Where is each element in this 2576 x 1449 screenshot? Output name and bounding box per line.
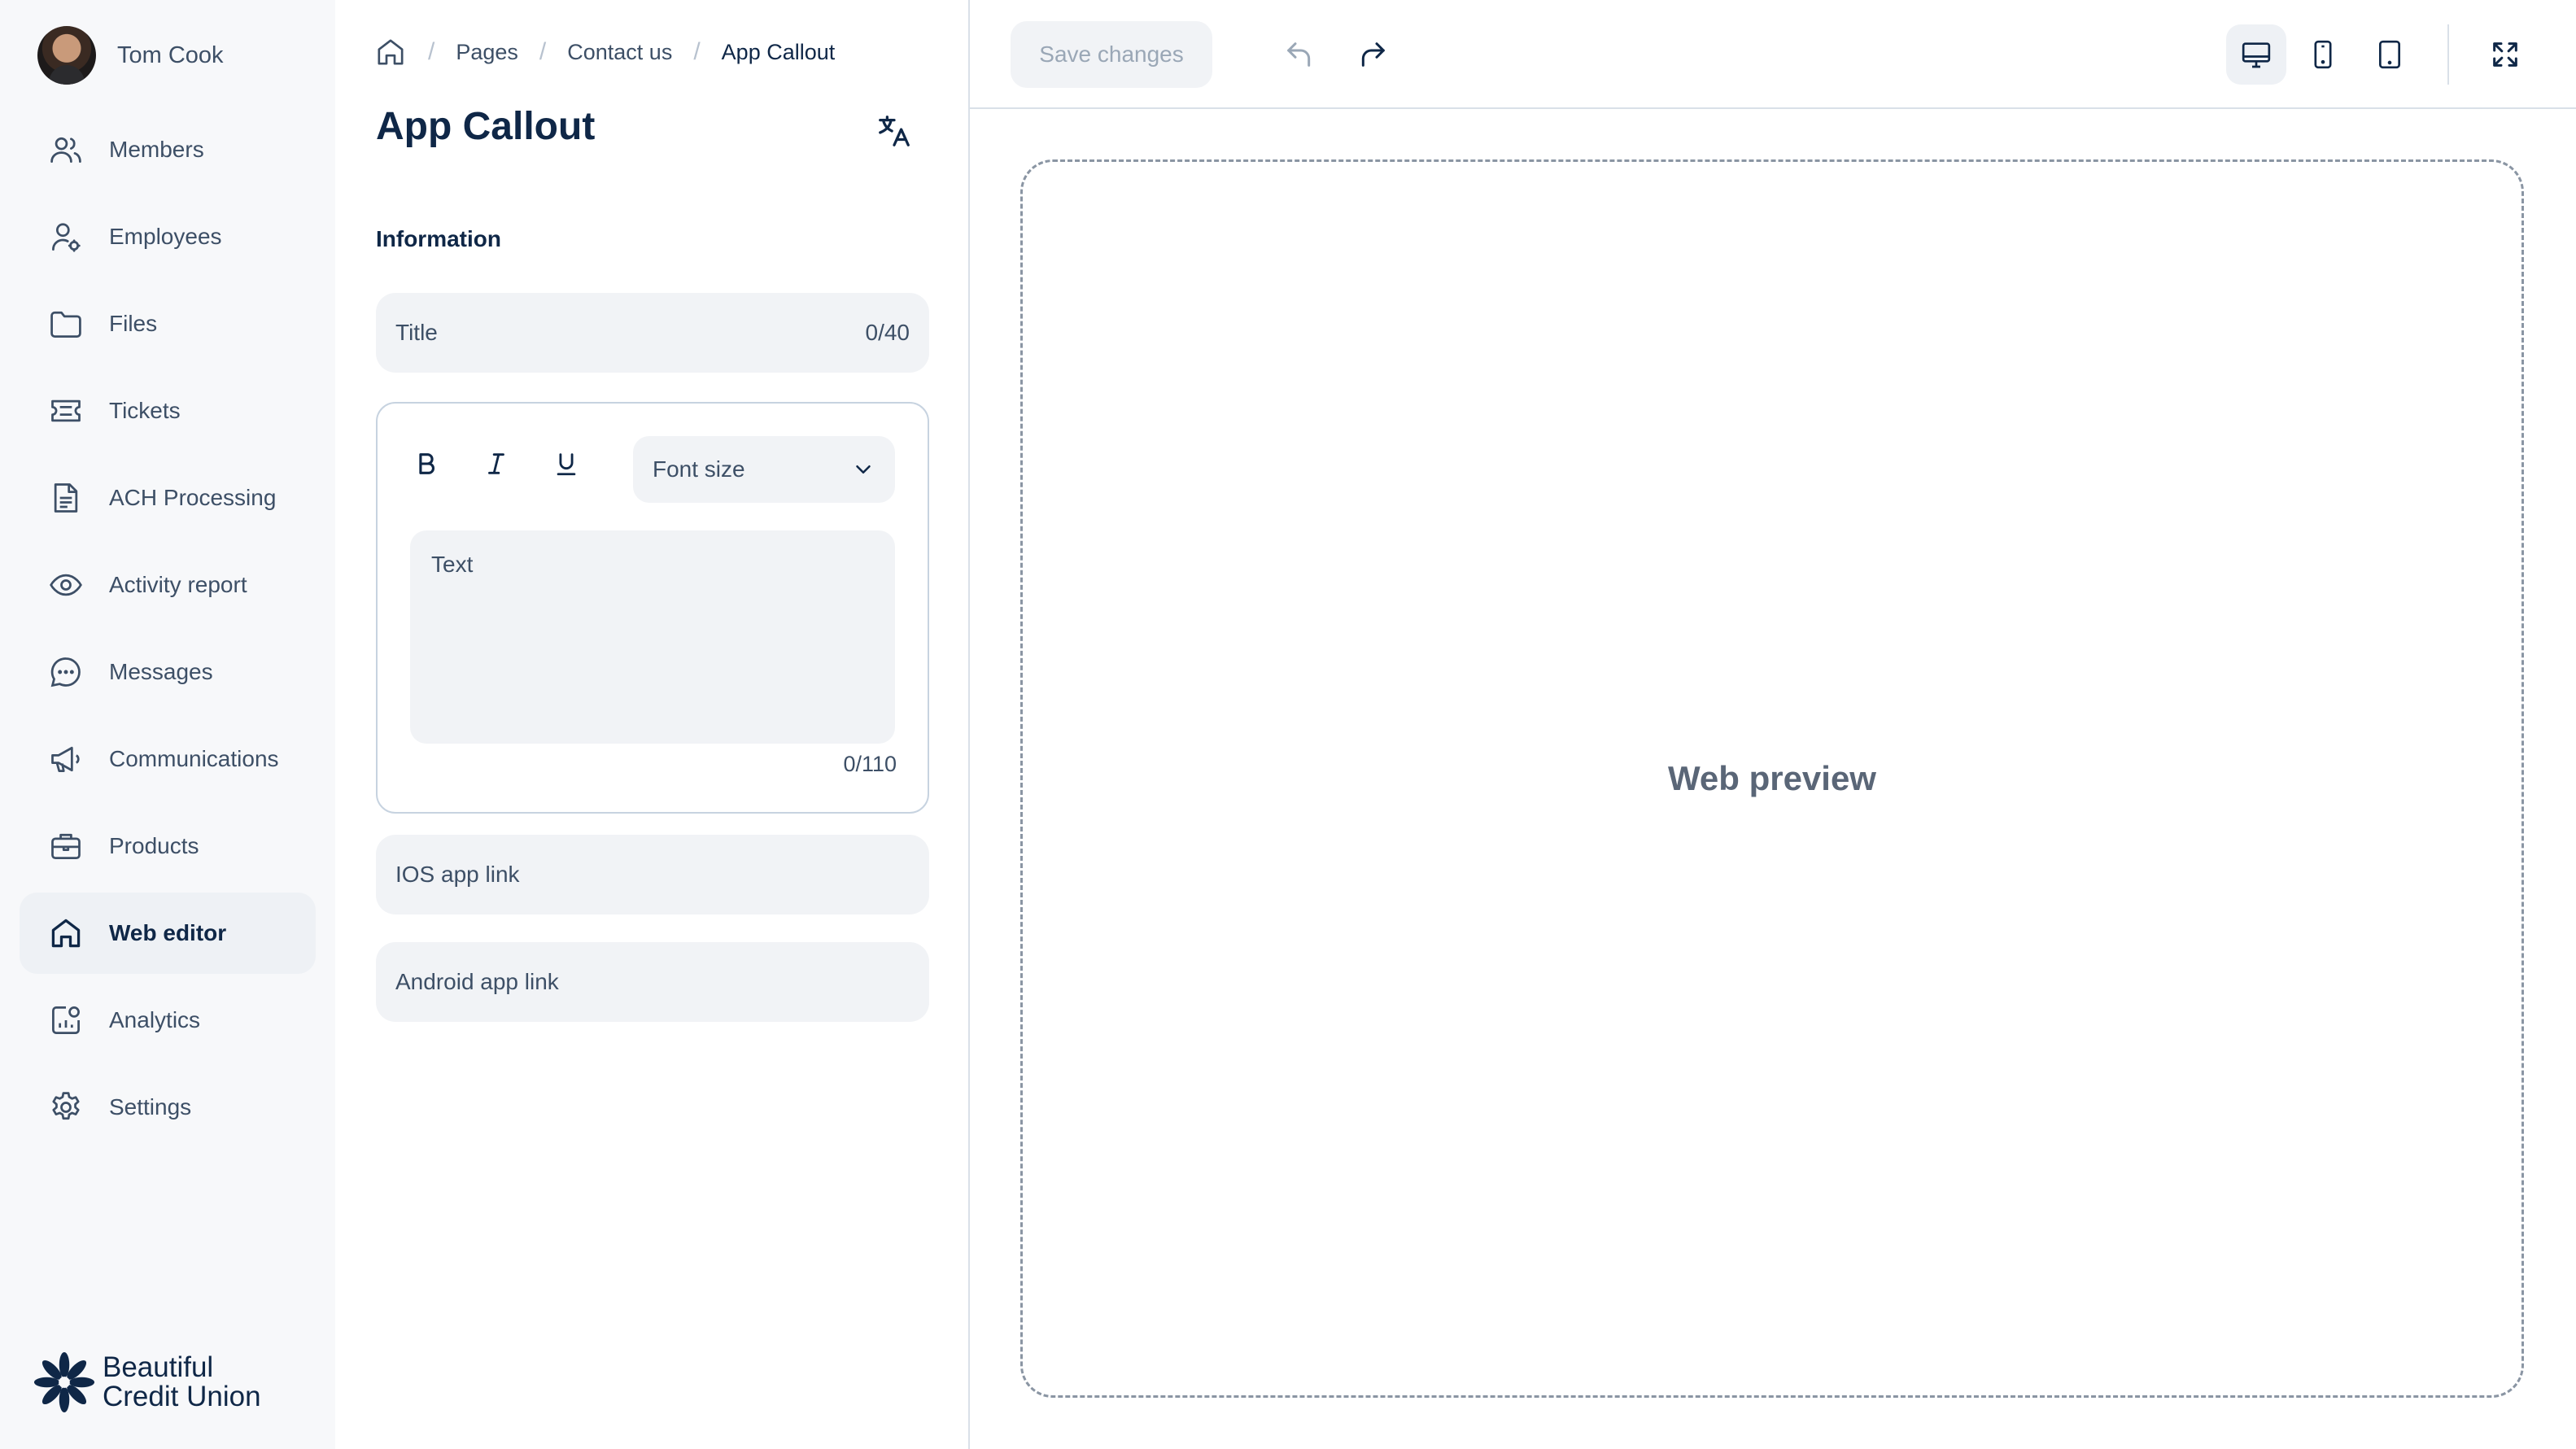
user-icon bbox=[47, 218, 85, 255]
sidebar-item-label: Settings bbox=[109, 1094, 192, 1119]
sidebar: Tom Cook Members Employees Files Tickets… bbox=[0, 0, 335, 1449]
chart-icon bbox=[47, 1002, 85, 1039]
breadcrumb-separator: / bbox=[693, 38, 701, 65]
brand-line-2: Credit Union bbox=[103, 1381, 261, 1412]
sidebar-item-members[interactable]: Members bbox=[20, 109, 316, 190]
tablet-view-button[interactable] bbox=[2360, 24, 2420, 85]
rich-text-editor: Font size Text 0/110 bbox=[376, 402, 929, 814]
chevron-down-icon bbox=[856, 465, 871, 474]
text-placeholder: Text bbox=[431, 552, 474, 577]
page-title: App Callout bbox=[376, 105, 596, 148]
sidebar-item-label: Employees bbox=[109, 224, 222, 249]
sidebar-item-products[interactable]: Products bbox=[20, 805, 316, 887]
sidebar-item-files[interactable]: Files bbox=[20, 283, 316, 364]
form-panel: / Pages / Contact us / App Callout App C… bbox=[335, 0, 970, 1449]
sidebar-nav: Members Employees Files Tickets ACH Proc… bbox=[20, 109, 316, 1154]
user-name: Tom Cook bbox=[117, 41, 224, 68]
brand-logo: Beautiful Credit Union bbox=[33, 1351, 261, 1414]
desktop-view-button[interactable] bbox=[2226, 24, 2286, 85]
font-size-label: Font size bbox=[653, 456, 745, 482]
redo-icon bbox=[1361, 42, 1385, 67]
font-size-select[interactable]: Font size bbox=[633, 436, 895, 503]
sidebar-item-label: Members bbox=[109, 137, 204, 162]
sidebar-item-activity-report[interactable]: Activity report bbox=[20, 544, 316, 626]
sidebar-item-label: Web editor bbox=[109, 920, 227, 945]
sidebar-item-label: Analytics bbox=[109, 1007, 201, 1032]
home-icon[interactable] bbox=[374, 36, 407, 68]
save-changes-button[interactable]: Save changes bbox=[1011, 21, 1212, 88]
desktop-icon bbox=[2242, 42, 2271, 68]
sidebar-item-label: Communications bbox=[109, 746, 279, 771]
app-root: Tom Cook Members Employees Files Tickets… bbox=[0, 0, 2576, 1449]
italic-button[interactable] bbox=[472, 436, 521, 491]
breadcrumb-contact-us[interactable]: Contact us bbox=[567, 40, 672, 65]
undo-button[interactable] bbox=[1269, 24, 1329, 85]
breadcrumb-separator: / bbox=[539, 38, 547, 65]
brand-line-1: Beautiful bbox=[103, 1351, 214, 1383]
web-preview-label: Web preview bbox=[1668, 759, 1876, 797]
chat-icon bbox=[47, 653, 85, 691]
megaphone-icon bbox=[47, 740, 85, 778]
sidebar-item-label: Activity report bbox=[109, 572, 247, 597]
breadcrumb-pages[interactable]: Pages bbox=[456, 40, 518, 65]
user-profile[interactable]: Tom Cook bbox=[37, 26, 224, 85]
bold-button[interactable] bbox=[402, 436, 451, 491]
sidebar-item-label: ACH Processing bbox=[109, 485, 277, 510]
users-icon bbox=[47, 131, 85, 168]
sidebar-item-analytics[interactable]: Analytics bbox=[20, 980, 316, 1061]
android-app-link-placeholder: Android app link bbox=[395, 969, 559, 994]
mobile-view-button[interactable] bbox=[2293, 24, 2353, 85]
section-label-information: Information bbox=[376, 226, 501, 251]
sidebar-item-label: Tickets bbox=[109, 398, 181, 423]
sidebar-item-employees[interactable]: Employees bbox=[20, 196, 316, 277]
briefcase-icon bbox=[47, 827, 85, 865]
sidebar-item-web-editor[interactable]: Web editor bbox=[20, 893, 316, 974]
bold-icon bbox=[419, 453, 434, 474]
brand-name: Beautiful Credit Union bbox=[103, 1353, 261, 1412]
sidebar-item-label: Messages bbox=[109, 659, 213, 684]
underline-button[interactable] bbox=[542, 436, 591, 491]
flower-logo-icon bbox=[33, 1351, 95, 1413]
sidebar-item-tickets[interactable]: Tickets bbox=[20, 370, 316, 452]
breadcrumb: / Pages / Contact us / App Callout bbox=[374, 36, 835, 68]
sidebar-item-messages[interactable]: Messages bbox=[20, 631, 316, 713]
breadcrumb-separator: / bbox=[428, 38, 435, 65]
undo-icon bbox=[1287, 42, 1311, 67]
breadcrumb-current: App Callout bbox=[721, 39, 836, 64]
mobile-icon bbox=[2314, 40, 2332, 69]
ticket-icon bbox=[47, 392, 85, 430]
sidebar-item-label: Files bbox=[109, 311, 158, 336]
text-char-counter: 0/110 bbox=[843, 752, 897, 776]
avatar bbox=[37, 26, 96, 85]
eye-icon bbox=[47, 566, 85, 604]
translate-icon[interactable] bbox=[875, 112, 913, 150]
android-app-link-field[interactable]: Android app link bbox=[376, 942, 929, 1022]
expand-icon bbox=[2493, 42, 2517, 67]
ios-app-link-field[interactable]: IOS app link bbox=[376, 835, 929, 914]
folder-icon bbox=[47, 305, 85, 343]
sidebar-item-settings[interactable]: Settings bbox=[20, 1067, 316, 1148]
ios-app-link-placeholder: IOS app link bbox=[395, 862, 520, 887]
sidebar-item-ach-processing[interactable]: ACH Processing bbox=[20, 457, 316, 539]
preview-area: Save changes Web preview bbox=[970, 0, 2576, 1449]
text-area[interactable]: Text bbox=[410, 530, 895, 744]
redo-button[interactable] bbox=[1343, 24, 1403, 85]
preview-toolbar: Save changes bbox=[970, 0, 2576, 109]
title-char-counter: 0/40 bbox=[865, 320, 910, 345]
title-placeholder: Title bbox=[395, 320, 438, 345]
underline-icon bbox=[557, 453, 576, 476]
italic-icon bbox=[488, 453, 504, 474]
toolbar-divider bbox=[2447, 24, 2449, 85]
home-icon bbox=[47, 914, 85, 952]
title-field[interactable]: Title 0/40 bbox=[376, 293, 929, 373]
sidebar-item-communications[interactable]: Communications bbox=[20, 718, 316, 800]
web-preview-frame: Web preview bbox=[1020, 159, 2524, 1398]
sidebar-item-label: Products bbox=[109, 833, 199, 858]
gear-icon bbox=[47, 1089, 85, 1126]
document-icon bbox=[47, 479, 85, 517]
fullscreen-button[interactable] bbox=[2475, 24, 2535, 85]
tablet-icon bbox=[2379, 40, 2400, 69]
